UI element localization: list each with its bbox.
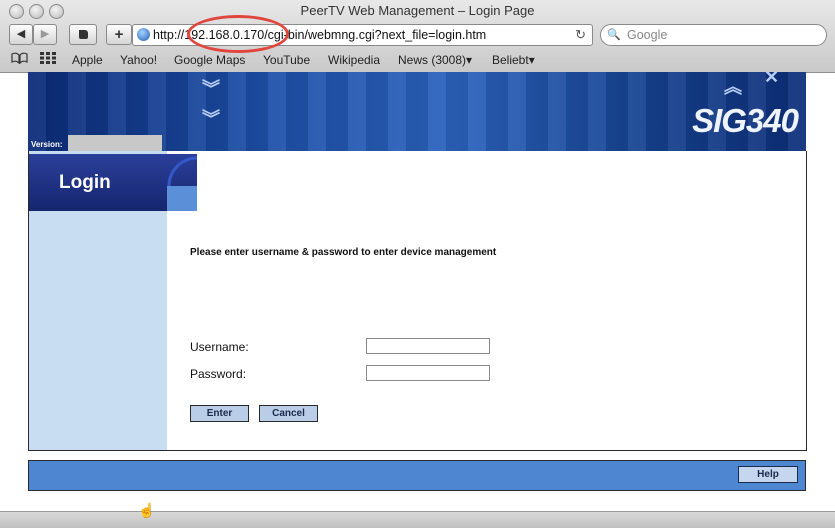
- search-icon: 🔍: [607, 29, 621, 41]
- window-title: PeerTV Web Management – Login Page: [300, 3, 535, 18]
- bookmarks-bar: Apple Yahoo! Google Maps YouTube Wikiped…: [0, 51, 835, 69]
- back-arrow-icon: ◀: [16, 28, 26, 40]
- chevron-down-icon: ︾: [202, 79, 220, 99]
- bookmark-beliebt[interactable]: Beliebt▾: [492, 51, 535, 69]
- close-icon: ✕: [764, 72, 780, 87]
- browser-titlebar: PeerTV Web Management – Login Page ◀ ▶ +…: [0, 0, 835, 73]
- reading-list-icon[interactable]: [11, 51, 28, 69]
- chevron-up-icon: ︽: [724, 77, 742, 97]
- add-bookmark-button[interactable]: +: [106, 24, 132, 45]
- password-input[interactable]: [366, 365, 490, 381]
- elephant-icon: [79, 30, 88, 39]
- enter-button[interactable]: Enter: [190, 405, 249, 422]
- version-value: [68, 135, 162, 151]
- bookmark-wikipedia[interactable]: Wikipedia: [328, 51, 380, 69]
- password-label: Password:: [190, 367, 247, 381]
- tab-corner-decoration: [167, 154, 197, 186]
- evernote-button[interactable]: [69, 24, 97, 45]
- search-field[interactable]: 🔍 Google: [600, 24, 827, 46]
- annotation-circle: [187, 15, 289, 53]
- search-placeholder: Google: [627, 28, 668, 42]
- status-bar: [0, 511, 835, 528]
- tab-square-decoration: [167, 186, 197, 211]
- bookmark-apple[interactable]: Apple: [72, 51, 103, 69]
- forward-button[interactable]: ▶: [33, 24, 57, 45]
- cancel-button[interactable]: Cancel: [259, 405, 318, 422]
- login-panel: Login Please enter username & password t…: [28, 151, 807, 451]
- footer-bar: Help: [28, 460, 806, 491]
- bookmark-youtube[interactable]: YouTube: [263, 51, 310, 69]
- version-label: Version:: [31, 140, 63, 149]
- bookmark-google-maps[interactable]: Google Maps: [174, 51, 245, 69]
- device-model-logo: SIG340: [692, 102, 799, 139]
- plus-icon: +: [114, 26, 124, 43]
- username-input[interactable]: [366, 338, 490, 354]
- back-button[interactable]: ◀: [9, 24, 33, 45]
- bookmark-news[interactable]: News (3008)▾: [398, 51, 472, 69]
- forward-arrow-icon: ▶: [40, 28, 50, 40]
- help-button[interactable]: Help: [738, 466, 798, 483]
- chevron-down-icon: ︾: [202, 109, 220, 129]
- globe-icon: [137, 28, 150, 41]
- login-header-tab: Login: [29, 154, 197, 211]
- username-label: Username:: [190, 340, 249, 354]
- page-title: Login: [59, 172, 111, 193]
- bookmark-yahoo[interactable]: Yahoo!: [120, 51, 157, 69]
- top-sites-grid-icon[interactable]: [40, 51, 56, 69]
- reload-icon[interactable]: ↻: [575, 25, 586, 45]
- login-instructions: Please enter username & password to ente…: [190, 247, 497, 258]
- pointer-cursor-icon: ☝: [138, 502, 156, 518]
